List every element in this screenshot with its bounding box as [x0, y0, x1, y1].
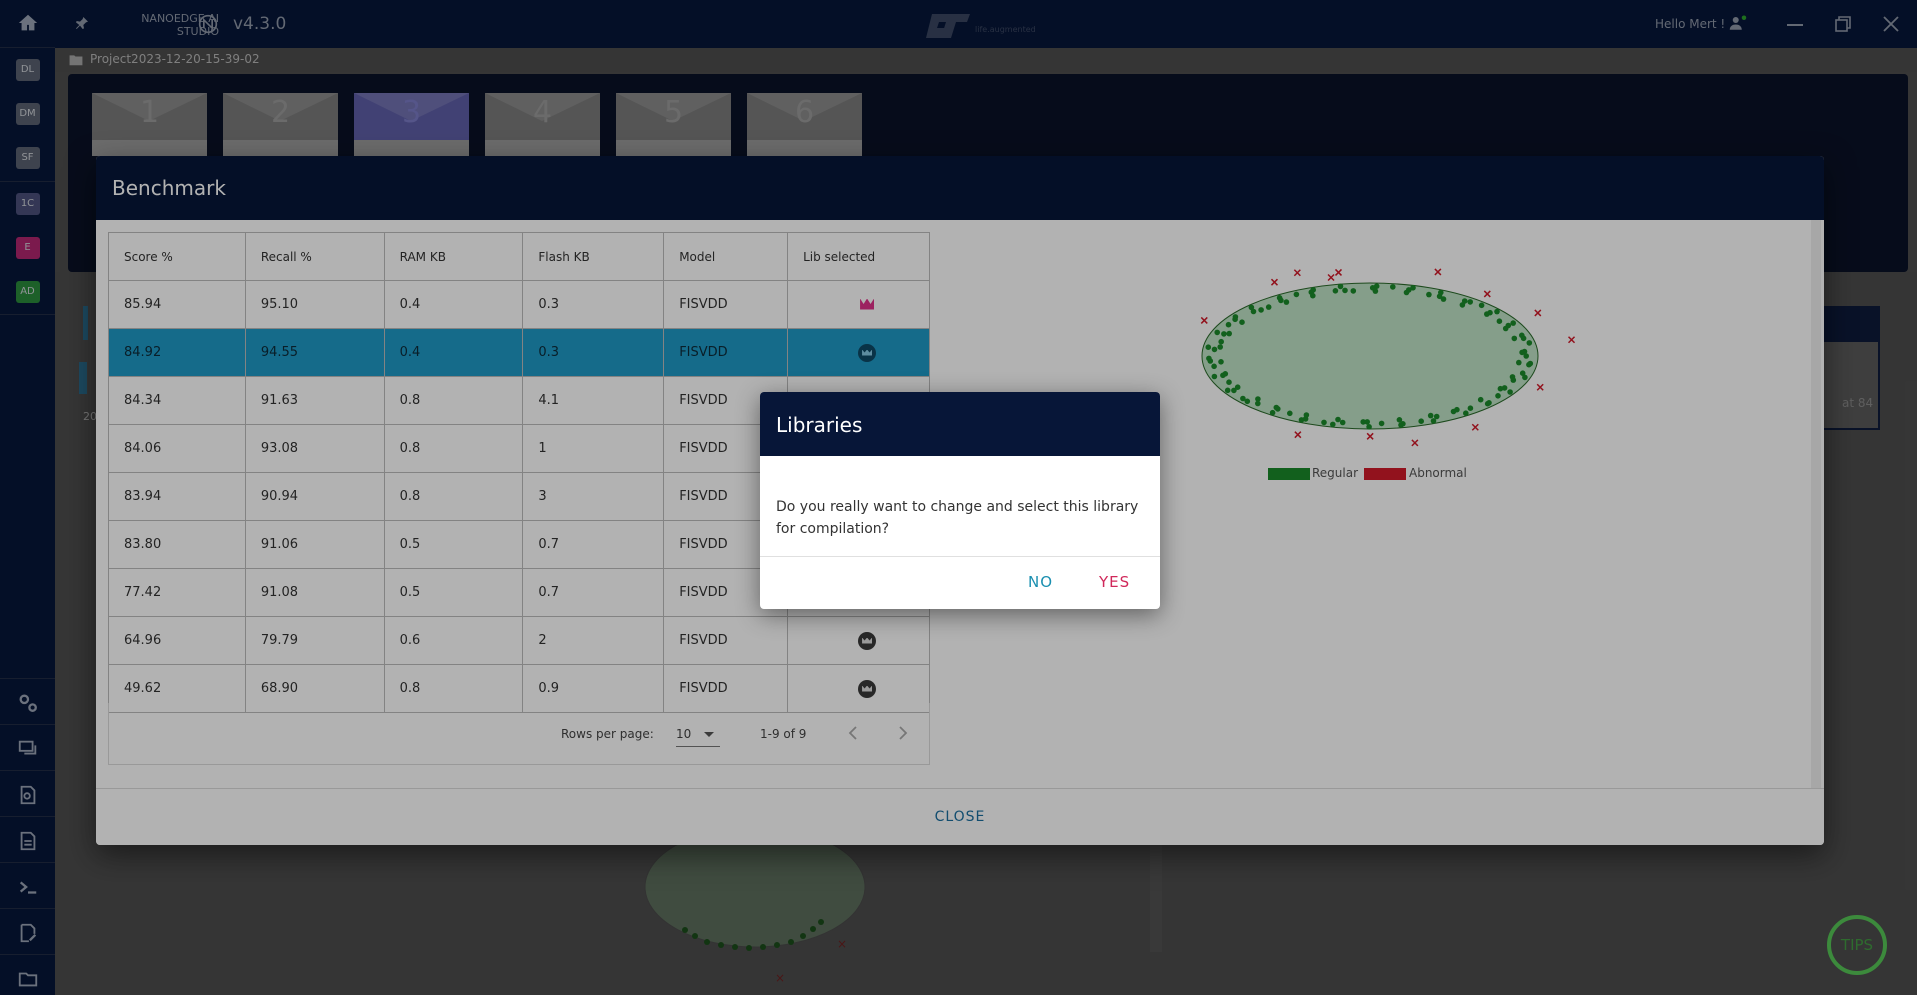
dialog-divider: [760, 556, 1160, 557]
libraries-dialog-message: Do you really want to change and select …: [776, 499, 1139, 537]
no-button[interactable]: NO: [1028, 573, 1053, 591]
libraries-dialog-header: Libraries: [760, 392, 1160, 456]
libraries-dialog-title: Libraries: [776, 413, 863, 437]
tips-button[interactable]: TIPS: [1827, 915, 1887, 975]
yes-button[interactable]: YES: [1099, 573, 1130, 591]
libraries-dialog: Libraries Do you really want to change a…: [760, 392, 1160, 609]
